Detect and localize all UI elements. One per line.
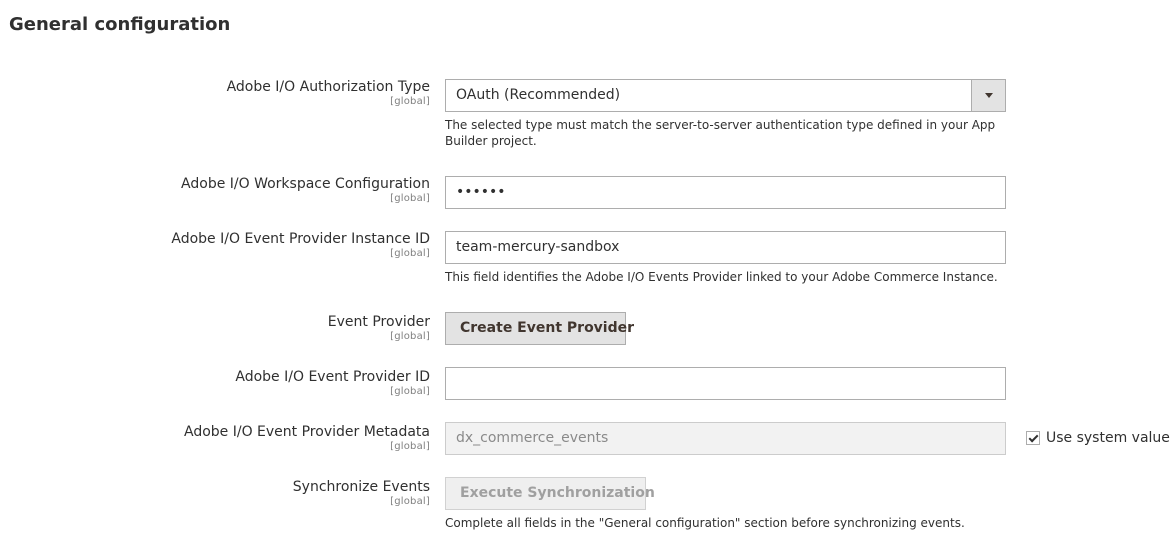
sync-note: Complete all fields in the "General conf…	[445, 516, 965, 530]
instance-id-input[interactable]: team-mercury-sandbox	[445, 231, 1006, 264]
auth-type-scope: [global]	[390, 96, 430, 107]
create-event-provider-button[interactable]: Create Event Provider	[445, 312, 634, 345]
metadata-value: dx_commerce_events	[456, 430, 609, 446]
use-system-value-checkbox[interactable]	[1026, 431, 1040, 445]
event-provider-scope: [global]	[390, 331, 430, 342]
section-title: General configuration	[9, 14, 231, 35]
provider-id-scope: [global]	[390, 386, 430, 397]
provider-id-input[interactable]	[445, 367, 1006, 400]
use-system-value-label: Use system value	[1046, 430, 1170, 446]
auth-type-label: Adobe I/O Authorization Type	[226, 79, 430, 95]
instance-id-value: team-mercury-sandbox	[456, 239, 620, 255]
use-system-value-toggle[interactable]: Use system value	[1026, 430, 1170, 446]
instance-id-label: Adobe I/O Event Provider Instance ID	[171, 231, 430, 247]
metadata-scope: [global]	[390, 441, 430, 452]
workspace-value: ••••••	[456, 184, 506, 200]
chevron-down-icon[interactable]	[971, 80, 1005, 111]
metadata-label: Adobe I/O Event Provider Metadata	[184, 424, 430, 440]
auth-type-note: The selected type must match the server-…	[445, 118, 996, 148]
auth-type-select[interactable]: OAuth (Recommended)	[445, 79, 1006, 112]
provider-id-label: Adobe I/O Event Provider ID	[235, 369, 430, 385]
execute-synchronization-button[interactable]: Execute Synchronization	[445, 477, 655, 510]
auth-type-value: OAuth (Recommended)	[456, 87, 621, 103]
workspace-label: Adobe I/O Workspace Configuration	[181, 176, 430, 192]
sync-label: Synchronize Events	[292, 479, 430, 495]
instance-id-scope: [global]	[390, 248, 430, 259]
event-provider-label: Event Provider	[327, 314, 430, 330]
instance-id-note: This field identifies the Adobe I/O Even…	[445, 270, 998, 284]
metadata-input: dx_commerce_events	[445, 422, 1006, 455]
sync-scope: [global]	[390, 496, 430, 507]
workspace-scope: [global]	[390, 193, 430, 204]
workspace-input[interactable]: ••••••	[445, 176, 1006, 209]
